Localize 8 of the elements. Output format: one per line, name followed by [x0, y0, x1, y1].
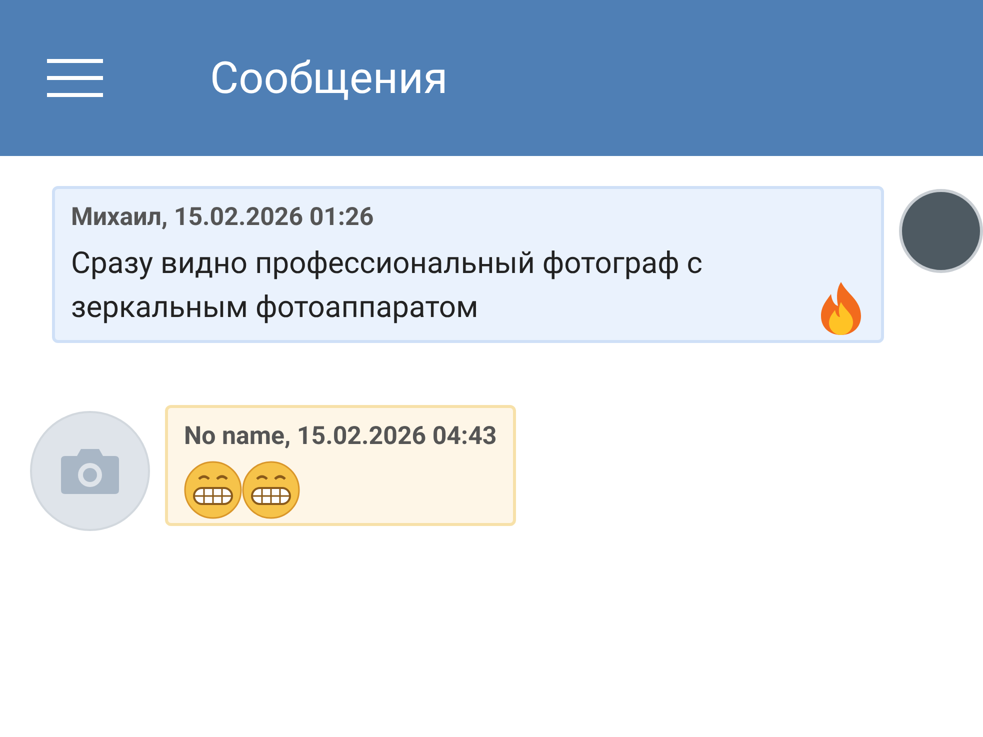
page-title: Сообщения [210, 52, 448, 104]
grinning-face-icon [242, 461, 300, 519]
message-text: Сразу видно профессиональный фотограф с зеркальным фотоаппаратом [71, 245, 704, 327]
menu-icon[interactable] [47, 59, 103, 97]
camera-icon [61, 448, 119, 494]
grinning-face-icon [184, 461, 242, 519]
message-author-date: No name, 15.02.2026 04:43 [184, 422, 497, 451]
message-author-date: Михаил, 15.02.2026 01:26 [71, 203, 375, 232]
